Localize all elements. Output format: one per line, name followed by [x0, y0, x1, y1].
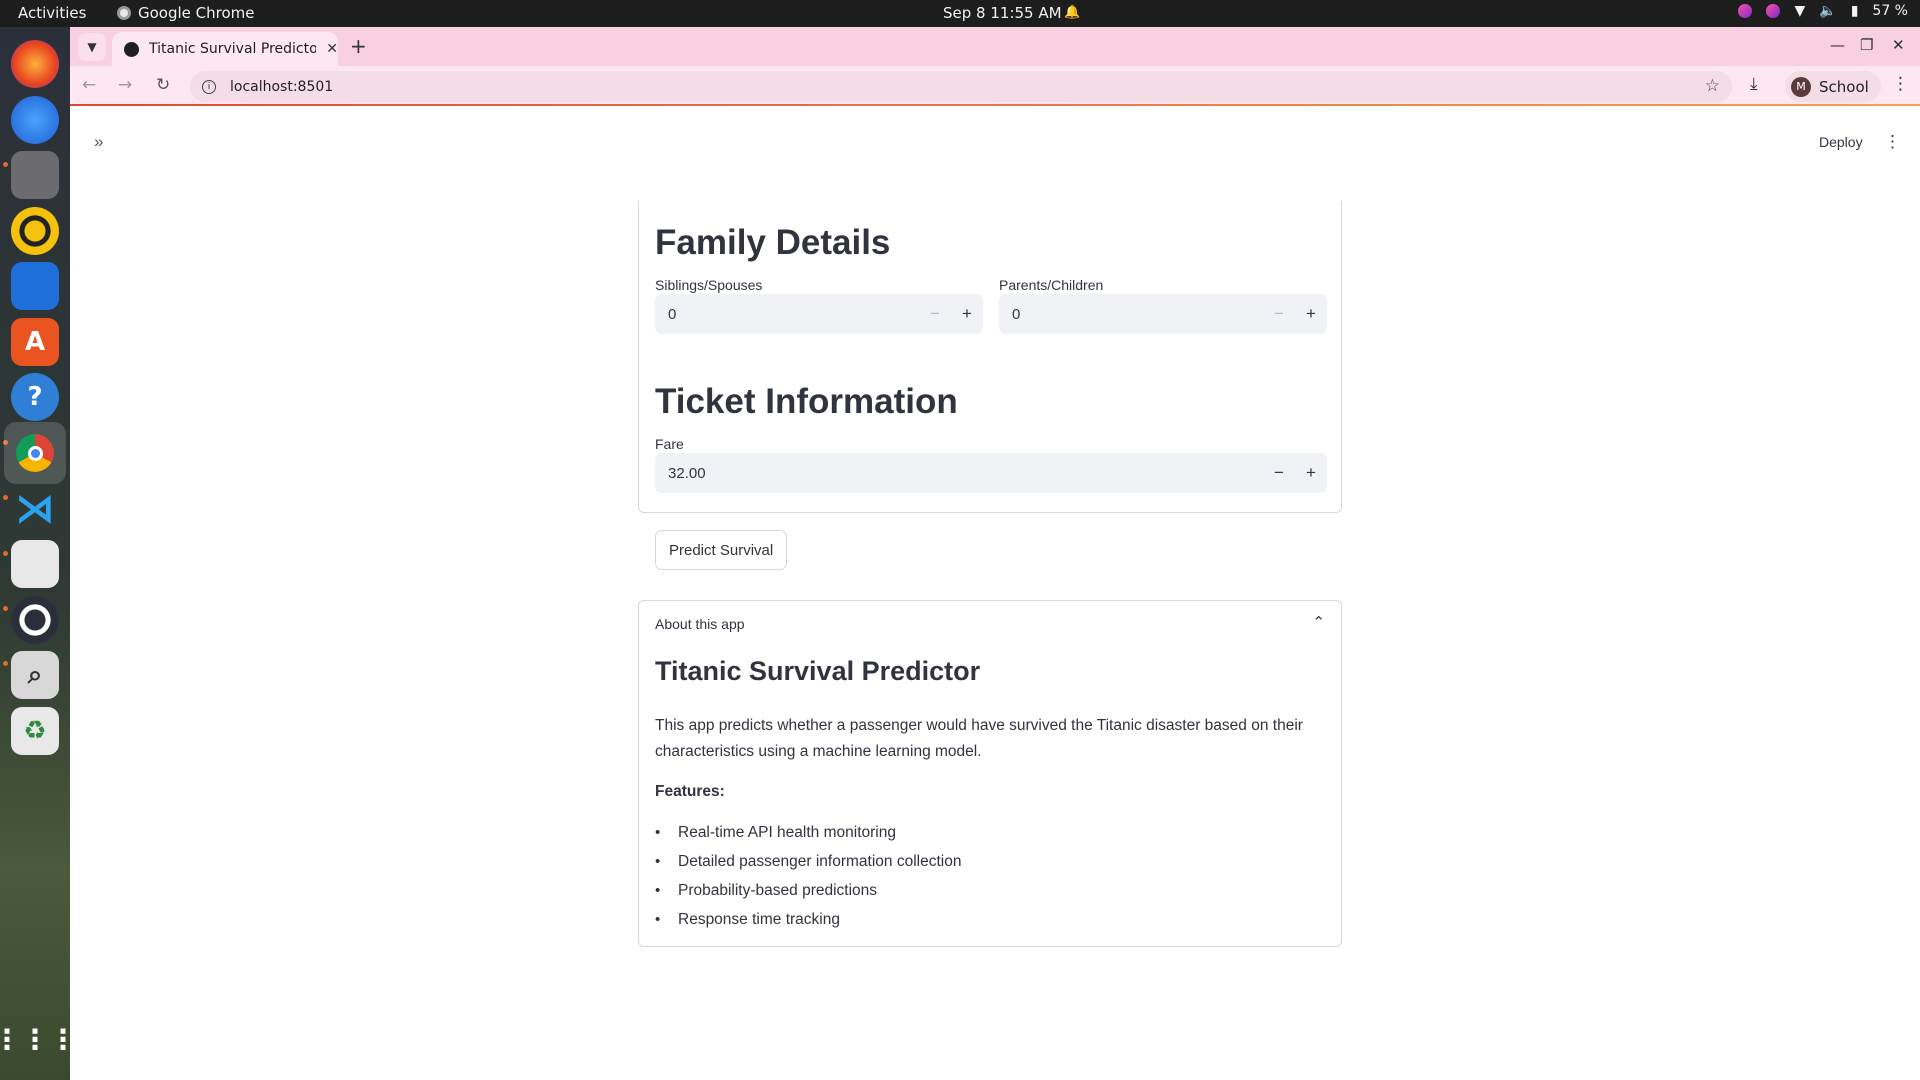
chrome-icon — [117, 6, 131, 20]
rhythmbox-icon[interactable] — [11, 207, 59, 255]
tab-search-button[interactable]: ▼ — [78, 33, 106, 61]
parents-value[interactable]: 0 — [999, 306, 1263, 323]
tab-title: Titanic Survival Predictor — [149, 41, 317, 57]
siblings-label: Siblings/Spouses — [655, 277, 763, 293]
profile-button[interactable]: M School — [1785, 71, 1881, 102]
parents-input[interactable]: 0 − + — [999, 294, 1327, 334]
running-indicator — [3, 495, 8, 500]
siblings-value[interactable]: 0 — [655, 306, 919, 323]
app-indicator-icon — [1766, 4, 1781, 18]
main-menu-icon[interactable]: ⋮ — [1884, 132, 1901, 152]
system-clock[interactable]: Sep 8 11:55 AM — [943, 4, 1062, 22]
fare-label: Fare — [655, 436, 684, 452]
writer-icon[interactable] — [11, 262, 59, 310]
active-app-name: Google Chrome — [138, 4, 255, 22]
family-details-heading: Family Details — [655, 223, 891, 262]
parents-increment-button[interactable]: + — [1295, 304, 1327, 324]
profile-name: School — [1819, 77, 1869, 96]
show-apps-icon[interactable]: ⋮⋮⋮ — [0, 1015, 77, 1063]
address-bar[interactable]: i localhost:8501 ☆ — [190, 71, 1732, 102]
site-info-icon[interactable]: i — [202, 79, 216, 94]
app-center-icon[interactable]: A — [11, 318, 59, 366]
search-icon[interactable]: ⌕ — [11, 651, 59, 699]
settings-icon[interactable] — [11, 596, 59, 644]
siblings-input[interactable]: 0 − + — [655, 294, 983, 334]
ticket-information-heading: Ticket Information — [655, 382, 958, 421]
list-item: Real-time API health monitoring — [655, 818, 961, 847]
url-text[interactable]: localhost:8501 — [230, 79, 333, 95]
chrome-dock-icon[interactable] — [4, 422, 66, 484]
tab-strip: ▼ Titanic Survival Predictor ✕ + — ❐ ✕ — [70, 27, 1920, 66]
trash-icon[interactable]: ♻ — [11, 707, 59, 755]
help-icon[interactable]: ? — [11, 373, 59, 421]
fare-decrement-button[interactable]: − — [1263, 463, 1295, 483]
chrome-menu-icon[interactable]: ⋮ — [1892, 74, 1909, 94]
close-tab-icon[interactable]: ✕ — [326, 41, 338, 57]
thunderbird-icon[interactable] — [11, 96, 59, 144]
fare-input[interactable]: 32.00 − + — [655, 453, 1327, 493]
system-tray[interactable]: ▼ 🔈 ▮ 57 % — [1738, 3, 1908, 19]
close-window-icon[interactable]: ✕ — [1892, 36, 1905, 54]
new-tab-button[interactable]: + — [350, 34, 367, 58]
siblings-increment-button[interactable]: + — [951, 304, 983, 324]
battery-icon: ▮ — [1850, 3, 1859, 19]
about-title: Titanic Survival Predictor — [655, 656, 981, 686]
about-description: This app predicts whether a passenger wo… — [655, 717, 1303, 760]
expand-sidebar-icon[interactable]: » — [94, 132, 103, 152]
wifi-icon: ▼ — [1794, 3, 1806, 19]
bookmark-star-icon[interactable]: ☆ — [1705, 76, 1720, 96]
browser-tab[interactable]: Titanic Survival Predictor ✕ — [112, 32, 338, 66]
back-icon[interactable]: ← — [82, 75, 96, 95]
streamlit-favicon-icon — [124, 41, 139, 57]
document-viewer-icon[interactable] — [11, 540, 59, 588]
siblings-decrement-button[interactable]: − — [919, 304, 951, 324]
system-top-bar: Activities Google Chrome Sep 8 11:55 AM … — [0, 0, 1920, 27]
predict-survival-button[interactable]: Predict Survival — [655, 530, 788, 570]
chevron-up-icon[interactable]: ⌃ — [1312, 613, 1325, 631]
list-item: Detailed passenger information collectio… — [655, 847, 961, 876]
avatar: M — [1791, 76, 1811, 97]
features-label: Features: — [655, 783, 725, 800]
restore-icon[interactable]: ❐ — [1860, 36, 1873, 54]
notification-bell-icon: 🔔 — [1064, 5, 1081, 20]
parents-decrement-button[interactable]: − — [1263, 304, 1295, 324]
forward-icon[interactable]: → — [118, 75, 132, 95]
dock: A ? ⋊ ⌕ ♻ ⋮⋮⋮ — [0, 27, 77, 1080]
browser-window: ▼ Titanic Survival Predictor ✕ + — ❐ ✕ ←… — [70, 27, 1920, 1080]
browser-toolbar: ← → ↻ i localhost:8501 ☆ ⤓ M School ⋮ — [70, 66, 1920, 106]
feature-list: Real-time API health monitoring Detailed… — [655, 818, 961, 934]
firefox-icon[interactable] — [11, 40, 59, 88]
parents-label: Parents/Children — [999, 277, 1104, 293]
about-expander: About this app ⌃ Titanic Survival Predic… — [638, 600, 1342, 947]
running-indicator — [3, 661, 8, 666]
minimize-icon[interactable]: — — [1830, 36, 1845, 54]
about-expander-header[interactable]: About this app — [655, 616, 745, 632]
list-item: Response time tracking — [655, 905, 961, 934]
deploy-button[interactable]: Deploy — [1819, 134, 1863, 150]
files-icon[interactable] — [11, 151, 59, 199]
app-indicator-icon — [1738, 4, 1753, 18]
volume-icon: 🔈 — [1819, 3, 1837, 19]
fare-increment-button[interactable]: + — [1295, 463, 1327, 483]
running-indicator — [3, 551, 8, 556]
list-item: Probability-based predictions — [655, 876, 961, 905]
activities-button[interactable]: Activities — [18, 4, 86, 22]
downloads-icon[interactable]: ⤓ — [1750, 74, 1758, 94]
running-indicator — [3, 606, 8, 611]
vscode-icon[interactable]: ⋊ — [11, 485, 59, 533]
running-indicator — [3, 162, 8, 167]
fare-value[interactable]: 32.00 — [655, 465, 1263, 482]
streamlit-app: » Deploy ⋮ Family Details Siblings/Spous… — [70, 108, 1920, 1080]
reload-icon[interactable]: ↻ — [156, 75, 170, 95]
active-app-menu[interactable]: Google Chrome — [117, 4, 255, 22]
battery-level: 57 % — [1872, 3, 1908, 19]
passenger-form: Family Details Siblings/Spouses 0 − + Pa… — [638, 201, 1342, 570]
